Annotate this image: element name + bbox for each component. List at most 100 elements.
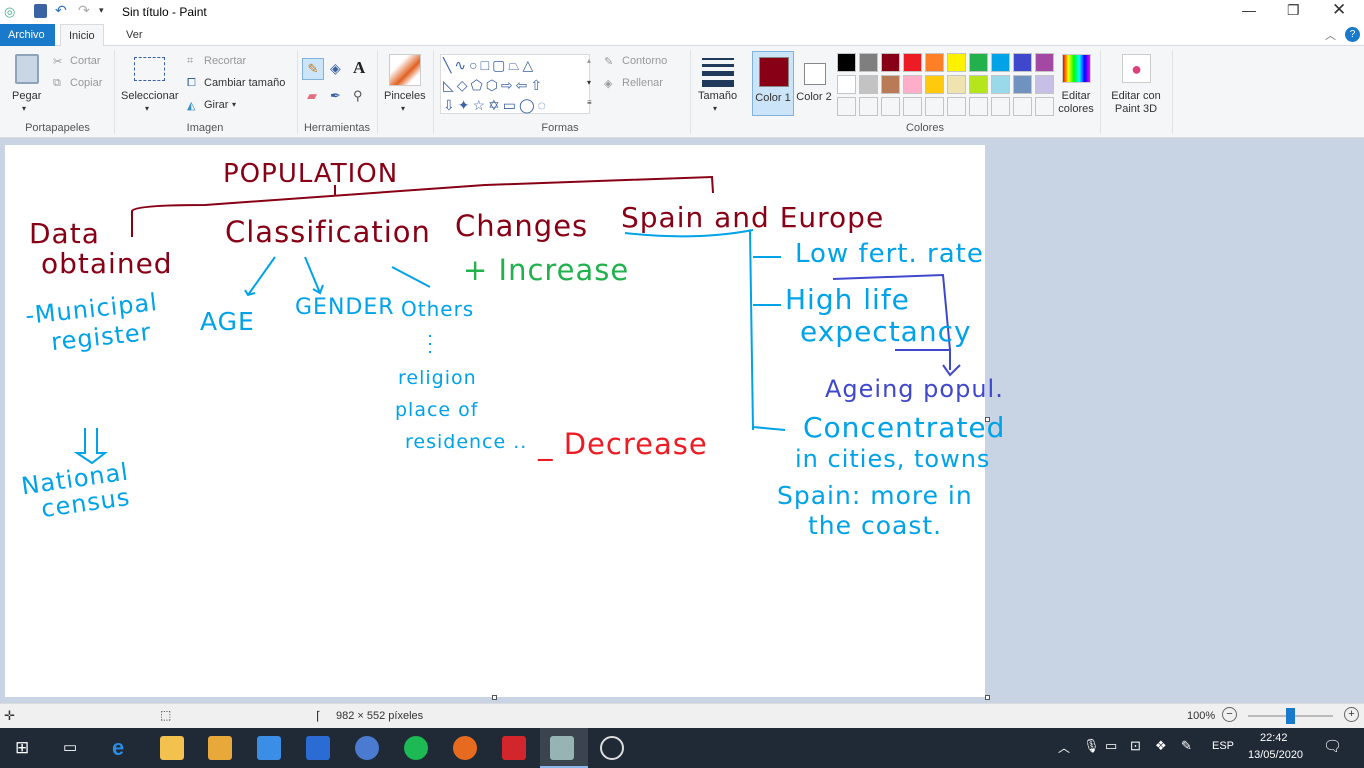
close-button[interactable]: ✕	[1332, 0, 1346, 20]
palette-color-swatch[interactable]	[1035, 53, 1054, 72]
collapse-ribbon-icon[interactable]: ︿	[1325, 27, 1336, 43]
pen-icon[interactable]: ✎	[1181, 738, 1192, 754]
pencil-tool[interactable]: ✎	[302, 58, 324, 80]
tab-archivo[interactable]: Archivo	[0, 24, 55, 46]
custom-color-slot[interactable]	[969, 97, 988, 116]
shapes-scroll-down[interactable]: ▾	[587, 78, 591, 87]
fill-button[interactable]: Rellenar	[622, 77, 663, 89]
size-dropdown-icon[interactable]: ▾	[713, 104, 717, 113]
zoom-slider[interactable]	[1248, 708, 1333, 724]
shapes-expand[interactable]: ≡	[587, 98, 592, 107]
cut-button[interactable]: Cortar	[70, 55, 101, 67]
palette-color-swatch[interactable]	[881, 75, 900, 94]
customize-toolbar-icon[interactable]: ▾	[99, 5, 104, 16]
rotate-dropdown-icon[interactable]: ▾	[232, 100, 236, 109]
microphone-icon[interactable]: 🎙	[1083, 738, 1100, 754]
palette-color-swatch[interactable]	[991, 53, 1010, 72]
network-icon[interactable]: ⊡	[1130, 738, 1141, 754]
dropbox-icon[interactable]: ❖	[1155, 738, 1167, 754]
palette-color-swatch[interactable]	[969, 75, 988, 94]
outline-button[interactable]: Contorno	[622, 55, 667, 67]
shapes-scroll-up[interactable]: ▴	[587, 56, 591, 65]
palette-color-swatch[interactable]	[925, 53, 944, 72]
resize-handle-right[interactable]	[985, 417, 990, 422]
acrobat-icon[interactable]	[502, 736, 526, 760]
crop-button[interactable]: Recortar	[204, 55, 246, 67]
palette-color-swatch[interactable]	[881, 53, 900, 72]
palette-color-swatch[interactable]	[837, 75, 856, 94]
palette-color-swatch[interactable]	[991, 75, 1010, 94]
zoom-out-button[interactable]: −	[1222, 707, 1237, 722]
palette-color-swatch[interactable]	[947, 75, 966, 94]
task-view-button[interactable]: ▭	[63, 738, 77, 756]
zoom-slider-thumb[interactable]	[1286, 708, 1295, 724]
palette-color-swatch[interactable]	[925, 75, 944, 94]
custom-color-slot[interactable]	[925, 97, 944, 116]
battery-icon[interactable]: ▭	[1105, 738, 1117, 754]
paste-button[interactable]: Pegar	[12, 90, 41, 102]
text-tool-icon[interactable]: A	[353, 58, 365, 78]
drawing-canvas[interactable]: POPULATION Data obtained Classification …	[5, 145, 1004, 697]
maximize-button[interactable]: ❐	[1287, 2, 1300, 19]
palette-color-swatch[interactable]	[969, 53, 988, 72]
edit-colors-button[interactable]: Editar colores	[1052, 90, 1100, 116]
select-dropdown-icon[interactable]: ▾	[145, 104, 149, 113]
clock-date[interactable]: 13/05/2020	[1248, 749, 1303, 761]
video-app-icon[interactable]	[208, 736, 232, 760]
resize-handle-corner[interactable]	[985, 695, 990, 700]
color2-button[interactable]: Color 2	[796, 51, 832, 116]
color-picker-tool-icon[interactable]: ✒	[330, 88, 341, 104]
paste-dropdown-icon[interactable]: ▾	[22, 104, 26, 113]
palette-color-swatch[interactable]	[1013, 53, 1032, 72]
color1-button[interactable]: Color 1	[752, 51, 794, 116]
brushes-dropdown-icon[interactable]: ▾	[401, 104, 405, 113]
tab-inicio[interactable]: Inicio	[60, 24, 104, 47]
obs-icon[interactable]	[600, 736, 624, 760]
onedrive-app-icon[interactable]	[355, 736, 379, 760]
word-icon[interactable]	[306, 736, 330, 760]
zoom-in-button[interactable]: +	[1344, 707, 1359, 722]
magnifier-tool-icon[interactable]: ⚲	[353, 88, 363, 104]
copy-button[interactable]: Copiar	[70, 77, 102, 89]
shapes-gallery[interactable]: ╲∿○□▢⏢△ ◺◇⬠⬡⇨⇦⇧ ⇩✦☆✡▭◯◌	[440, 54, 590, 114]
notifications-icon[interactable]: 🗨	[1323, 737, 1342, 755]
file-explorer-icon[interactable]	[160, 736, 184, 760]
language-indicator[interactable]: ESP	[1212, 740, 1234, 752]
help-icon[interactable]: ?	[1345, 27, 1360, 42]
fill-tool-icon[interactable]: ◈	[330, 60, 341, 77]
undo-icon[interactable]: ↶	[55, 2, 67, 19]
tab-ver[interactable]: Ver	[118, 24, 151, 46]
select-button[interactable]: Seleccionar	[121, 90, 178, 102]
brushes-button[interactable]: Pinceles	[384, 90, 426, 102]
resize-handle-bottom[interactable]	[492, 695, 497, 700]
tray-chevron-icon[interactable]: ︿	[1058, 739, 1070, 756]
palette-color-swatch[interactable]	[837, 53, 856, 72]
clock-time[interactable]: 22:42	[1260, 732, 1288, 744]
paint3d-button[interactable]: Editar con Paint 3D	[1106, 90, 1166, 116]
redo-icon[interactable]: ↷	[78, 2, 90, 19]
firefox-icon[interactable]	[453, 736, 477, 760]
custom-color-slot[interactable]	[903, 97, 922, 116]
edge-icon[interactable]: e	[112, 736, 136, 760]
save-icon[interactable]	[34, 4, 47, 18]
custom-color-slot[interactable]	[947, 97, 966, 116]
custom-color-slot[interactable]	[837, 97, 856, 116]
palette-color-swatch[interactable]	[1013, 75, 1032, 94]
palette-color-swatch[interactable]	[903, 53, 922, 72]
start-button[interactable]: ⊞	[15, 738, 29, 758]
custom-color-slot[interactable]	[881, 97, 900, 116]
palette-color-swatch[interactable]	[947, 53, 966, 72]
palette-color-swatch[interactable]	[859, 75, 878, 94]
rotate-button[interactable]: Girar	[204, 99, 228, 111]
custom-color-slot[interactable]	[859, 97, 878, 116]
eraser-tool-icon[interactable]: ▰	[307, 88, 317, 104]
mail-icon[interactable]	[257, 736, 281, 760]
size-button[interactable]: Tamaño	[698, 90, 737, 102]
minimize-button[interactable]: —	[1242, 2, 1256, 18]
resize-button[interactable]: Cambiar tamaño	[204, 77, 285, 89]
custom-color-slot[interactable]	[1013, 97, 1032, 116]
custom-color-slot[interactable]	[991, 97, 1010, 116]
spotify-icon[interactable]	[404, 736, 428, 760]
palette-color-swatch[interactable]	[903, 75, 922, 94]
palette-color-swatch[interactable]	[859, 53, 878, 72]
